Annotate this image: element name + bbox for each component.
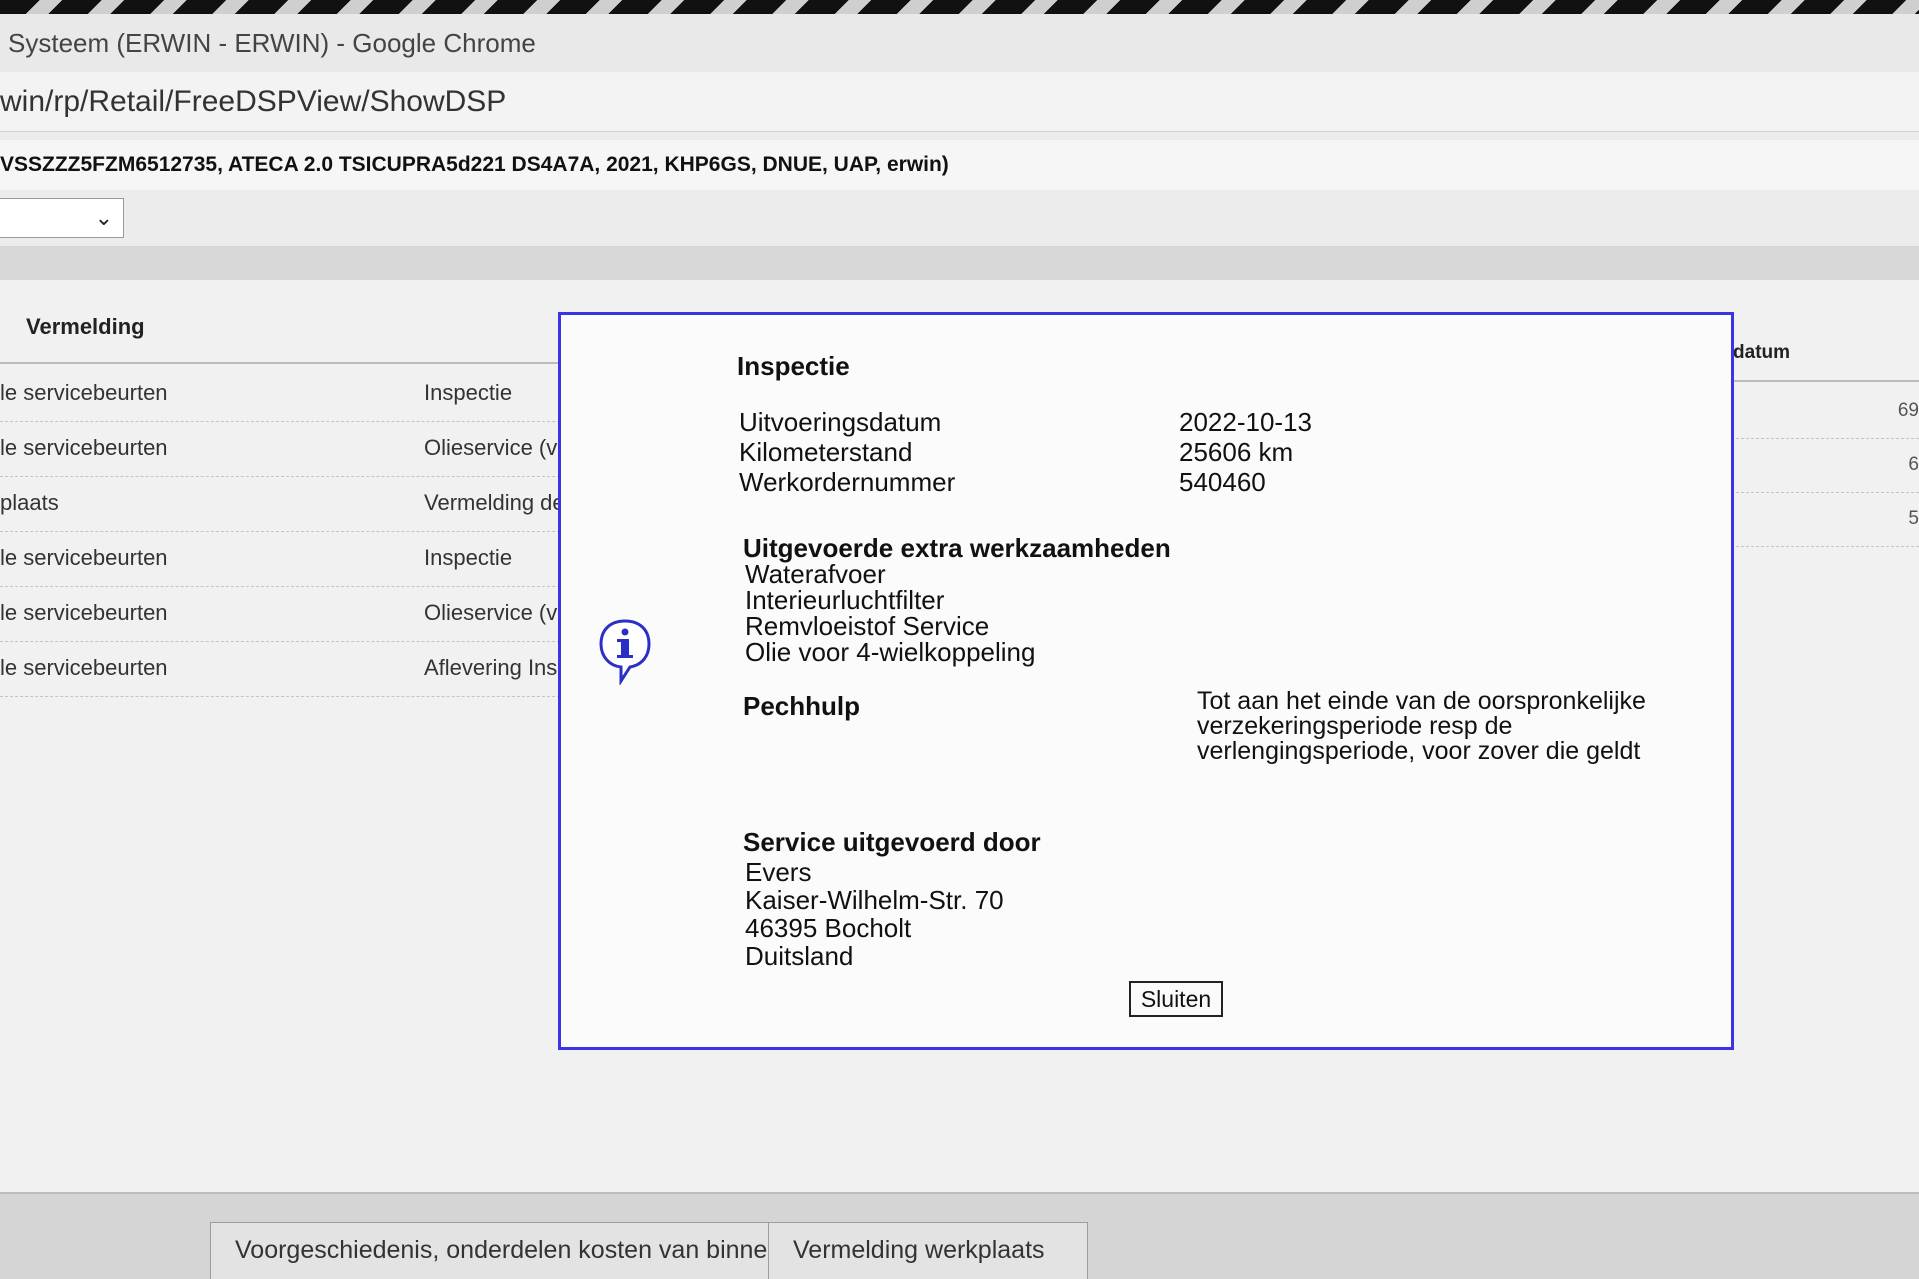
table-row[interactable]: le servicebeurten Olieservice (v (0, 421, 560, 477)
filter-select[interactable]: ⌄ (0, 198, 124, 238)
window-titlebar: Systeem (ERWIN - ERWIN) - Google Chrome (0, 14, 1919, 72)
row-vermelding: Vermelding de (424, 490, 564, 515)
screen: Systeem (ERWIN - ERWIN) - Google Chrome … (0, 0, 1919, 1279)
window-title: Systeem (ERWIN - ERWIN) - Google Chrome (8, 28, 536, 58)
table-row[interactable]: le servicebeurten Aflevering Ins (0, 641, 560, 697)
row-date-fragment: 6 (1908, 454, 1919, 475)
field-label-mileage: Kilometerstand (739, 437, 913, 467)
row-category: le servicebeurten (0, 600, 168, 625)
row-category: le servicebeurten (0, 545, 168, 570)
extra-work-item: Olie voor 4-wielkoppeling (745, 637, 1036, 667)
extra-work-item: Remvloeistof Service (745, 611, 990, 641)
row-date-fragment: 5 (1908, 508, 1919, 529)
vehicle-header: VSSZZZ5FZM6512735, ATECA 2.0 TSICUPRA5d2… (0, 140, 1919, 190)
row-vermelding: Inspectie (424, 545, 513, 570)
field-label-date: Uitvoeringsdatum (739, 407, 942, 437)
service-title: Service uitgevoerd door (743, 827, 1041, 857)
dialog-title: Inspectie (737, 351, 850, 381)
extra-work-item: Interieurluchtfilter (745, 585, 945, 615)
table-row[interactable]: plaats Vermelding de (0, 476, 564, 532)
row-vermelding: Olieservice (v (424, 435, 558, 460)
service-line: Duitsland (745, 941, 854, 971)
field-label-order: Werkordernummer (739, 467, 956, 497)
row-vermelding: Inspectie (424, 380, 513, 405)
column-header-vermelding[interactable]: Vermelding (26, 314, 145, 340)
table-row[interactable]: le servicebeurten Olieservice (v (0, 586, 560, 642)
header-band (0, 246, 1919, 280)
row-category: le servicebeurten (0, 435, 168, 460)
row-date-fragment: 69 (1897, 400, 1919, 421)
vehicle-info: VSSZZZ5FZM6512735, ATECA 2.0 TSICUPRA5d2… (0, 153, 949, 176)
service-line: Kaiser-Wilhelm-Str. 70 (745, 885, 1004, 915)
table-header-rule (0, 362, 560, 364)
tab-voorgeschiedenis[interactable]: Voorgeschiedenis, onderdelen kosten van … (210, 1222, 770, 1279)
address-url: win/rp/Retail/FreeDSPView/ShowDSP (0, 85, 507, 118)
toolbar: ⌄ (0, 190, 1919, 246)
row-vermelding: Olieservice (v (424, 600, 558, 625)
service-line: Evers (745, 857, 812, 887)
field-value-date: 2022-10-13 (1179, 407, 1312, 437)
row-category: le servicebeurten (0, 655, 168, 680)
pechhulp-text: Tot aan het einde van de oorspronkelijke… (1197, 687, 1646, 765)
close-button[interactable]: Sluiten (1129, 981, 1223, 1017)
chevron-down-icon: ⌄ (94, 205, 113, 230)
table-row[interactable]: le servicebeurten Inspectie (0, 531, 560, 587)
row-vermelding: Aflevering Ins (424, 655, 558, 680)
service-line: 46395 Bocholt (745, 913, 912, 943)
field-value-mileage: 25606 km (1179, 437, 1294, 467)
row-category: le servicebeurten (0, 380, 168, 405)
extra-work-item: Waterafvoer (745, 559, 886, 589)
inspection-dialog: Inspectie Uitvoeringsdatum 2022-10-13 Ki… (558, 312, 1734, 1050)
tab-vermelding-werkplaats[interactable]: Vermelding werkplaats (768, 1222, 1088, 1279)
field-value-order: 540460 (1179, 467, 1266, 497)
bottom-tab-bar: Voorgeschiedenis, onderdelen kosten van … (0, 1192, 1919, 1279)
info-icon (599, 619, 651, 685)
row-category: plaats (0, 490, 59, 515)
table-row[interactable]: le servicebeurten Inspectie (0, 366, 560, 422)
pechhulp-title: Pechhulp (743, 691, 861, 721)
address-bar[interactable]: win/rp/Retail/FreeDSPView/ShowDSP (0, 72, 1919, 132)
